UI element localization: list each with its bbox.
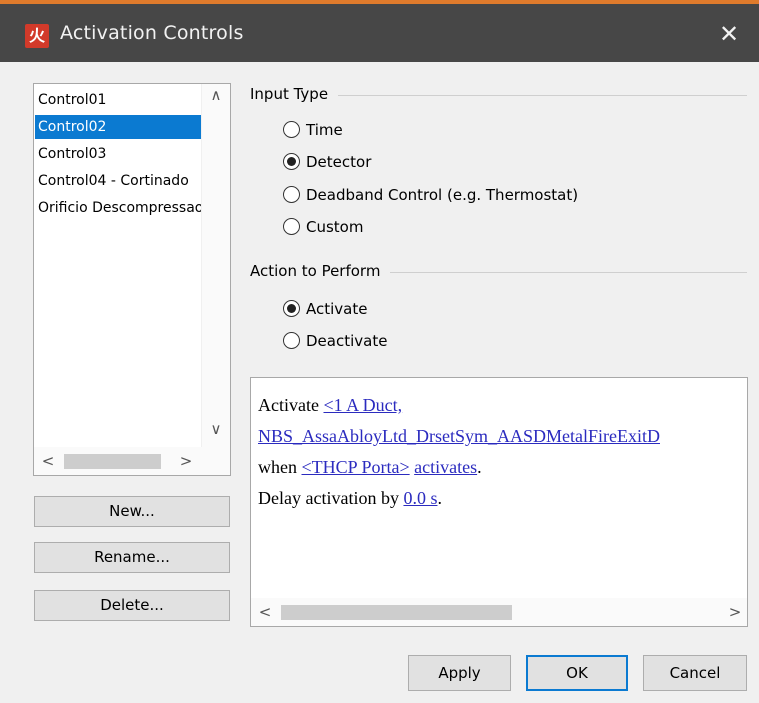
list-horizontal-scrollbar[interactable]: < >	[34, 447, 230, 475]
radio-off-icon[interactable]	[283, 332, 300, 349]
list-item-control03[interactable]: Control03	[35, 142, 203, 166]
radio-off-icon[interactable]	[283, 218, 300, 235]
list-item-control04[interactable]: Control04 - Cortinado	[35, 169, 203, 193]
scroll-left-icon[interactable]: <	[253, 598, 277, 626]
scroll-down-icon[interactable]: ∨	[202, 420, 230, 438]
activation-controls-dialog: 火 Activation Controls ✕ Control01 Contro…	[0, 0, 759, 703]
desc-activate-text: Activate	[258, 395, 324, 415]
list-item-control01[interactable]: Control01	[35, 88, 203, 112]
list-scroll-thumb[interactable]	[64, 454, 161, 469]
desc-period: .	[477, 457, 482, 477]
rename-button[interactable]: Rename...	[34, 542, 230, 573]
list-vertical-scrollbar[interactable]: ∧ ∨	[201, 84, 230, 448]
desc-when-text: when	[258, 457, 302, 477]
radio-custom-label: Custom	[306, 218, 364, 236]
scroll-left-icon[interactable]: <	[36, 447, 60, 475]
radio-activate[interactable]: Activate	[283, 298, 367, 320]
list-item-control02[interactable]: Control02	[35, 115, 203, 139]
activation-description: Activate <1 A Duct, NBS_AssaAbloyLtd_Drs…	[250, 377, 748, 627]
dialog-title: Activation Controls	[60, 22, 244, 44]
radio-on-icon[interactable]	[283, 153, 300, 170]
new-button[interactable]: New...	[34, 496, 230, 527]
description-text: Activate <1 A Duct, NBS_AssaAbloyLtd_Drs…	[258, 390, 660, 514]
desc-delay-text: Delay activation by	[258, 488, 404, 508]
radio-off-icon[interactable]	[283, 121, 300, 138]
app-logo-icon: 火	[25, 24, 49, 48]
close-button[interactable]: ✕	[699, 4, 759, 62]
detector-link[interactable]: <THCP Porta>	[302, 457, 410, 477]
radio-on-icon[interactable]	[283, 300, 300, 317]
radio-time[interactable]: Time	[283, 119, 343, 141]
trigger-link[interactable]: activates	[414, 457, 477, 477]
description-scroll-thumb[interactable]	[281, 605, 512, 620]
radio-time-label: Time	[306, 121, 343, 139]
title-bar: 火 Activation Controls ✕	[0, 0, 759, 62]
radio-deadband-label: Deadband Control (e.g. Thermostat)	[306, 186, 579, 204]
description-horizontal-scrollbar[interactable]: < >	[251, 598, 747, 626]
cancel-button[interactable]: Cancel	[643, 655, 747, 691]
radio-deactivate[interactable]: Deactivate	[283, 330, 387, 352]
radio-custom[interactable]: Custom	[283, 216, 363, 238]
action-label: Action to Perform	[250, 262, 391, 280]
scroll-right-icon[interactable]: >	[723, 598, 747, 626]
delete-button[interactable]: Delete...	[34, 590, 230, 621]
delay-value-link[interactable]: 0.0 s	[403, 488, 437, 508]
desc-period: .	[437, 488, 442, 508]
radio-deadband[interactable]: Deadband Control (e.g. Thermostat)	[283, 184, 578, 206]
list-item-orificio[interactable]: Orificio Descompressao	[35, 196, 203, 220]
target-object-link[interactable]: <1 A Duct,	[323, 395, 402, 415]
ok-button[interactable]: OK	[526, 655, 628, 691]
radio-off-icon[interactable]	[283, 186, 300, 203]
target-object-name-link[interactable]: NBS_AssaAbloyLtd_DrsetSym_AASDMetalFireE…	[258, 426, 660, 446]
radio-activate-label: Activate	[306, 300, 368, 318]
radio-detector-label: Detector	[306, 153, 372, 171]
radio-detector[interactable]: Detector	[283, 151, 371, 173]
scroll-up-icon[interactable]: ∧	[202, 86, 230, 104]
input-type-label: Input Type	[250, 85, 339, 103]
controls-list[interactable]: Control01 Control02 Control03 Control04 …	[33, 83, 231, 476]
apply-button[interactable]: Apply	[408, 655, 511, 691]
scroll-right-icon[interactable]: >	[174, 447, 198, 475]
radio-deactivate-label: Deactivate	[306, 332, 388, 350]
